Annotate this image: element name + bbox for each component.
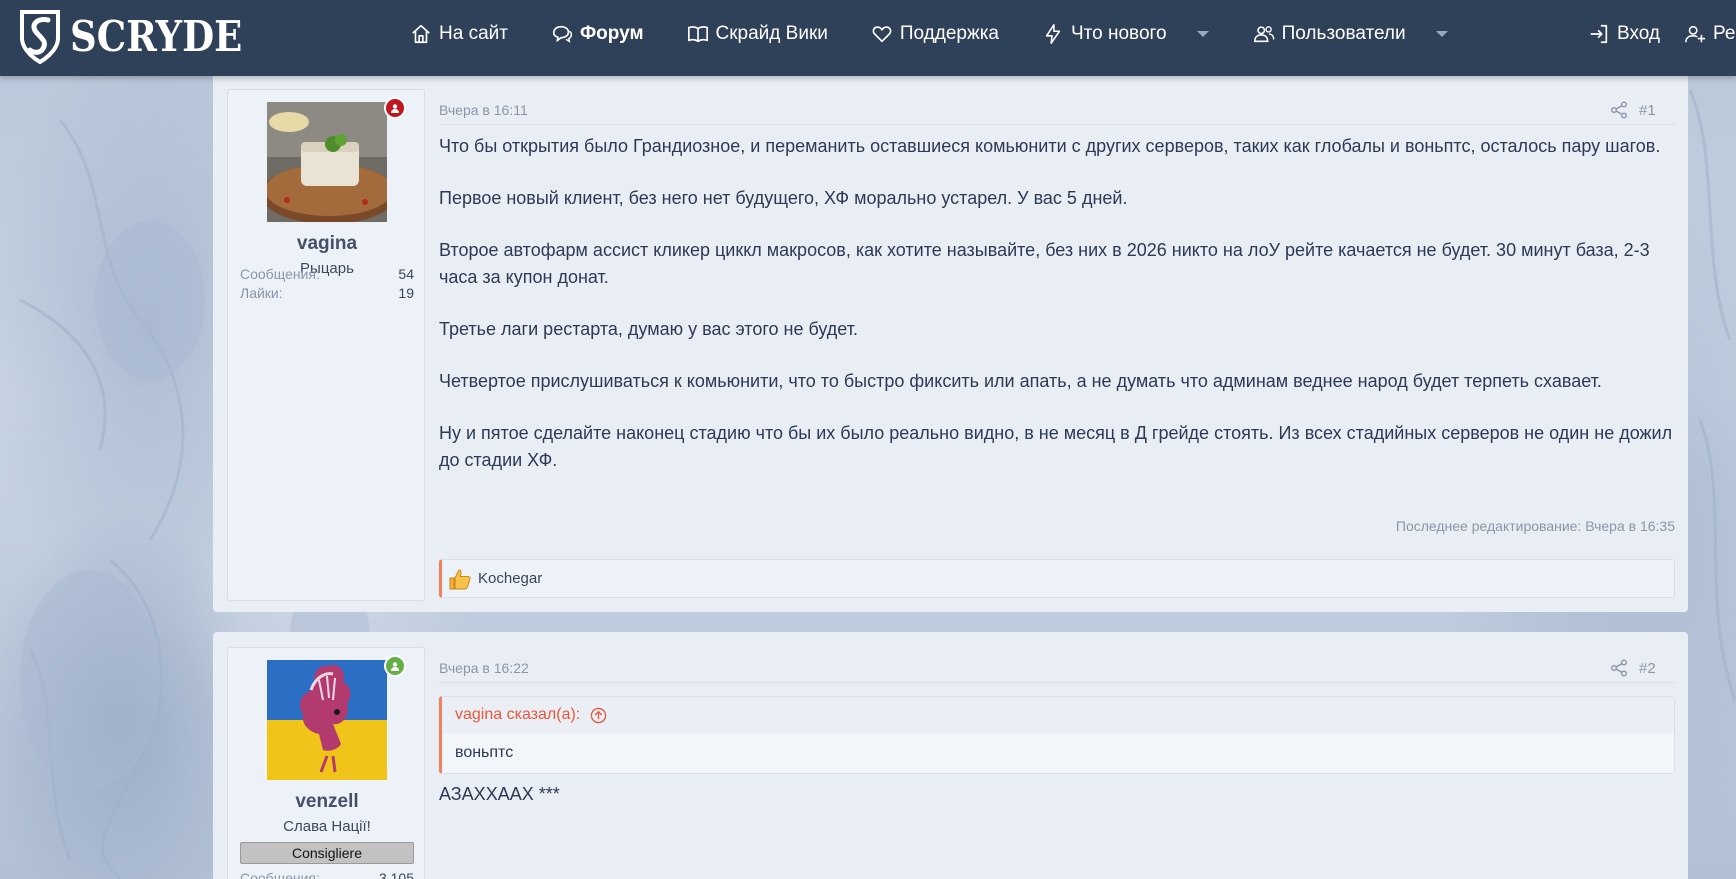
- stat-value: 54: [398, 266, 414, 282]
- author-username[interactable]: venzell: [228, 791, 426, 813]
- avatar[interactable]: [267, 660, 387, 780]
- author-username[interactable]: vagina: [228, 233, 426, 255]
- main-nav: На сайт Форум Скрайд Вики Поддержка Что …: [410, 0, 1492, 68]
- nav-wiki-label: Скрайд Вики: [715, 23, 828, 44]
- share-icon[interactable]: [1610, 101, 1628, 119]
- user-plus-icon: [1685, 25, 1706, 43]
- comments-icon: [552, 25, 573, 43]
- quote-text: воньптс: [442, 733, 1674, 773]
- status-badge: [384, 655, 406, 677]
- post-header: Вчера в 16:11 #1: [439, 89, 1675, 125]
- post-date[interactable]: Вчера в 16:11: [439, 102, 528, 118]
- heart-icon: [872, 26, 892, 43]
- post-paragraph: Второе автофарм ассист кликер циккл макр…: [439, 240, 1650, 287]
- stat-value: 19: [398, 285, 414, 301]
- author-info: vagina Рыцарь Сообщения: 54 Лайки: 19: [227, 89, 425, 601]
- author-title: Слава Нації!: [283, 818, 371, 835]
- share-icon[interactable]: [1610, 659, 1628, 677]
- arrow-up-circle-icon[interactable]: [590, 707, 607, 724]
- chevron-down-icon[interactable]: [1435, 29, 1449, 39]
- book-icon: [687, 26, 708, 43]
- home-icon: [412, 24, 430, 44]
- user-status-icon: [391, 662, 399, 671]
- post-header: Вчера в 16:22 #2: [439, 647, 1675, 683]
- avatar-wrapper: [267, 655, 406, 780]
- quote-block: vagina сказал(а): воньптс: [439, 696, 1675, 774]
- quote-header[interactable]: vagina сказал(а):: [442, 697, 1674, 733]
- nav-forum[interactable]: Форум: [551, 0, 644, 68]
- register-link[interactable]: Ре: [1684, 0, 1735, 68]
- logo-text: SCRYDE: [70, 11, 243, 61]
- user-banner: Consigliere: [240, 842, 414, 864]
- post-paragraph: Ну и пятое сделайте наконец стадию что б…: [439, 423, 1673, 470]
- avatar[interactable]: [267, 102, 387, 222]
- login-label: Вход: [1617, 23, 1660, 44]
- user-status-icon: [391, 104, 399, 113]
- avatar-wrapper: [267, 97, 406, 222]
- stat-label: Сообщения:: [240, 266, 320, 282]
- author-stat-messages: Сообщения: 3 105: [240, 870, 414, 879]
- nav-users-label: Пользователи: [1281, 23, 1406, 44]
- nav-users[interactable]: Пользователи: [1253, 0, 1449, 68]
- shield-logo-icon: [20, 10, 60, 64]
- post-body: АЗАХХААХ ***: [439, 784, 560, 804]
- nav-support[interactable]: Поддержка: [871, 0, 999, 68]
- status-badge: [384, 97, 406, 119]
- register-label: Ре: [1712, 23, 1736, 44]
- nav-whats-new-label: Что нового: [1071, 23, 1167, 44]
- post-date[interactable]: Вчера в 16:22: [439, 660, 529, 676]
- nav-home-label: На сайт: [439, 23, 508, 44]
- forum-post-2: venzell Слава Нації! Consigliere Сообщен…: [213, 632, 1688, 879]
- post-number-link[interactable]: #1: [1639, 102, 1656, 119]
- author-stat-likes: Лайки: 19: [240, 285, 414, 301]
- quote-author[interactable]: vagina сказал(а):: [455, 706, 580, 724]
- post-paragraph: Первое новый клиент, без него нет будуще…: [439, 188, 1128, 208]
- bolt-icon: [1045, 24, 1061, 44]
- post-paragraph: Что бы открытия было Грандиозное, и пере…: [439, 136, 1661, 156]
- nav-whats-new[interactable]: Что нового: [1042, 0, 1210, 68]
- stat-label: Лайки:: [240, 285, 283, 301]
- top-navbar: SCRYDE На сайт Форум Скрайд Вики Поддерж…: [0, 0, 1736, 76]
- sign-in-icon: [1590, 24, 1608, 44]
- reaction-users[interactable]: Kochegar: [478, 570, 542, 587]
- nav-support-label: Поддержка: [899, 23, 999, 44]
- post-content: Вчера в 16:22 #2 vagina сказал(а): воньп…: [439, 647, 1675, 805]
- stat-value: 3 105: [378, 870, 414, 879]
- login-link[interactable]: Вход: [1588, 0, 1660, 68]
- author-stat-messages: Сообщения: 54: [240, 266, 414, 282]
- account-nav: Вход Ре: [1588, 0, 1736, 68]
- site-logo[interactable]: SCRYDE: [18, 6, 266, 66]
- author-info: venzell Слава Нації! Consigliere Сообщен…: [227, 647, 425, 879]
- thumbs-up-icon: [449, 568, 471, 589]
- post-content: Вчера в 16:11 #1 Что бы открытия было Гр…: [439, 89, 1675, 598]
- nav-forum-label: Форум: [579, 23, 644, 44]
- post-paragraph: Четвертое прислушиваться к комьюнити, чт…: [439, 371, 1602, 391]
- reactions-bar[interactable]: Kochegar: [439, 559, 1675, 598]
- nav-wiki[interactable]: Скрайд Вики: [687, 0, 828, 68]
- stat-label: Сообщения:: [240, 870, 320, 879]
- chevron-down-icon[interactable]: [1196, 29, 1210, 39]
- post-paragraph: Третье лаги рестарта, думаю у вас этого …: [439, 319, 858, 339]
- forum-post-1: vagina Рыцарь Сообщения: 54 Лайки: 19 Вч…: [213, 76, 1688, 612]
- post-number-link[interactable]: #2: [1639, 660, 1656, 677]
- post-body: Что бы открытия было Грандиозное, и пере…: [439, 133, 1675, 474]
- nav-home[interactable]: На сайт: [410, 0, 508, 68]
- users-icon: [1253, 26, 1274, 43]
- last-edited-note: Последнее редактирование: Вчера в 16:35: [1395, 518, 1675, 534]
